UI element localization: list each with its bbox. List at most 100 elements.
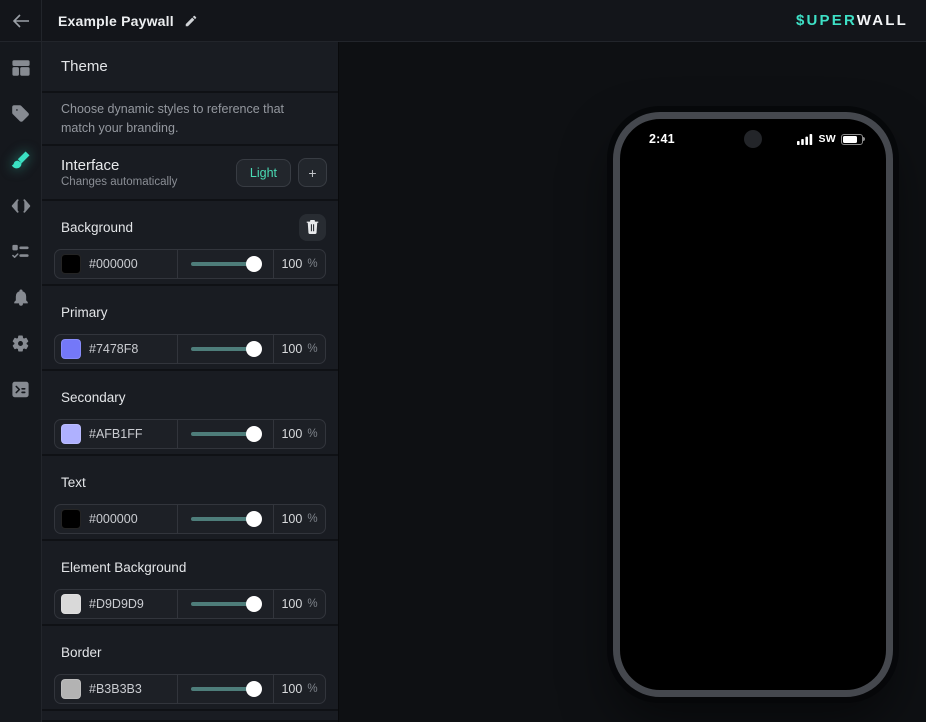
opacity-slider[interactable] (177, 505, 273, 533)
hex-input[interactable] (89, 682, 167, 696)
trash-icon (306, 220, 319, 234)
sidebar-item-checklist[interactable] (8, 239, 34, 264)
sidebar-item-layout[interactable] (8, 55, 34, 80)
topbar: Example Paywall $UPERWALL (0, 0, 926, 42)
slider-thumb[interactable] (246, 596, 262, 612)
hex-input[interactable] (89, 257, 167, 271)
hex-input[interactable] (89, 597, 167, 611)
slider-thumb[interactable] (246, 511, 262, 527)
color-swatch[interactable] (61, 509, 81, 529)
slider-track[interactable] (191, 347, 260, 351)
opacity-unit: % (307, 428, 317, 440)
sidebar-item-code[interactable] (8, 193, 34, 218)
swatch-cell (55, 675, 177, 703)
signal-bars-icon (797, 134, 813, 145)
page-title: Example Paywall (58, 13, 174, 29)
color-swatch[interactable] (61, 339, 81, 359)
status-icons: SW (797, 133, 863, 145)
interface-section: Interface Changes automatically Light + (42, 146, 338, 199)
terminal-icon (11, 381, 30, 398)
back-arrow-icon (12, 14, 30, 28)
slider-track[interactable] (191, 687, 260, 691)
opacity-unit: % (307, 343, 317, 355)
opacity-value: 100 (281, 427, 302, 441)
sidebar-item-notifications[interactable] (8, 285, 34, 310)
add-interface-button[interactable]: + (298, 158, 327, 187)
phone-statusbar: 2:41 SW (621, 129, 885, 149)
slider-track[interactable] (191, 517, 260, 521)
color-section-head: Primary (54, 298, 326, 326)
color-swatch[interactable] (61, 254, 81, 274)
color-row: 100% (54, 674, 326, 704)
swatch-cell (55, 335, 177, 363)
sidebar-item-theme[interactable] (8, 147, 34, 172)
app-window: Example Paywall $UPERWALL (0, 0, 926, 722)
opacity-slider[interactable] (177, 675, 273, 703)
pencil-icon (184, 14, 198, 28)
slider-track[interactable] (191, 432, 260, 436)
status-time: 2:41 (649, 132, 675, 146)
opacity-value-cell: 100% (273, 675, 325, 703)
opacity-unit: % (307, 683, 317, 695)
opacity-value: 100 (281, 682, 302, 696)
panel-header: Theme (42, 42, 338, 91)
hex-input[interactable] (89, 427, 167, 441)
main-area: Theme Choose dynamic styles to reference… (0, 42, 926, 722)
delete-color-button[interactable] (299, 214, 326, 241)
hex-input[interactable] (89, 342, 167, 356)
opacity-slider[interactable] (177, 250, 273, 278)
color-section-head: Border (54, 638, 326, 666)
slider-track[interactable] (191, 602, 260, 606)
next-section-stub (42, 711, 338, 720)
color-section-background: Background100% (42, 201, 338, 284)
opacity-slider[interactable] (177, 335, 273, 363)
battery-icon (841, 134, 863, 145)
panel-description-section: Choose dynamic styles to reference that … (42, 93, 338, 144)
edit-title-button[interactable] (184, 14, 198, 28)
color-swatch[interactable] (61, 679, 81, 699)
preview-canvas: 2:41 SW (339, 42, 926, 722)
paint-brush-icon (11, 150, 31, 170)
bell-icon (12, 288, 30, 307)
slider-track[interactable] (191, 262, 260, 266)
phone-mockup: 2:41 SW (613, 112, 893, 697)
sidebar-item-tags[interactable] (8, 101, 34, 126)
opacity-unit: % (307, 258, 317, 270)
phone-screen[interactable]: 2:41 SW (621, 120, 885, 689)
color-swatch[interactable] (61, 424, 81, 444)
color-section-primary: Primary100% (42, 286, 338, 369)
opacity-value: 100 (281, 597, 302, 611)
opacity-value-cell: 100% (273, 590, 325, 618)
opacity-slider[interactable] (177, 420, 273, 448)
interface-actions: Light + (236, 158, 327, 187)
color-label: Primary (61, 305, 108, 320)
slider-thumb[interactable] (246, 426, 262, 442)
sidebar-item-settings[interactable] (8, 331, 34, 356)
swatch-cell (55, 590, 177, 618)
slider-thumb[interactable] (246, 681, 262, 697)
logo-teal-part: $UPER (796, 12, 857, 29)
color-label: Text (61, 475, 86, 490)
color-section-text: Text100% (42, 456, 338, 539)
panel-title: Theme (61, 58, 108, 75)
swatch-cell (55, 420, 177, 448)
opacity-value-cell: 100% (273, 250, 325, 278)
color-swatch[interactable] (61, 594, 81, 614)
opacity-slider[interactable] (177, 590, 273, 618)
back-button[interactable] (0, 0, 42, 41)
interface-mode-button[interactable]: Light (236, 159, 291, 187)
topbar-left: Example Paywall (0, 0, 198, 41)
color-section-head: Secondary (54, 383, 326, 411)
color-label: Element Background (61, 560, 186, 575)
sidebar-item-terminal[interactable] (8, 377, 34, 402)
slider-thumb[interactable] (246, 256, 262, 272)
hex-input[interactable] (89, 512, 167, 526)
opacity-value-cell: 100% (273, 420, 325, 448)
color-row: 100% (54, 589, 326, 619)
icon-rail (0, 42, 42, 722)
superwall-logo: $UPERWALL (796, 12, 926, 29)
panel-description: Choose dynamic styles to reference that … (61, 100, 319, 136)
opacity-unit: % (307, 598, 317, 610)
color-section-border: Border 100% (42, 626, 338, 709)
slider-thumb[interactable] (246, 341, 262, 357)
